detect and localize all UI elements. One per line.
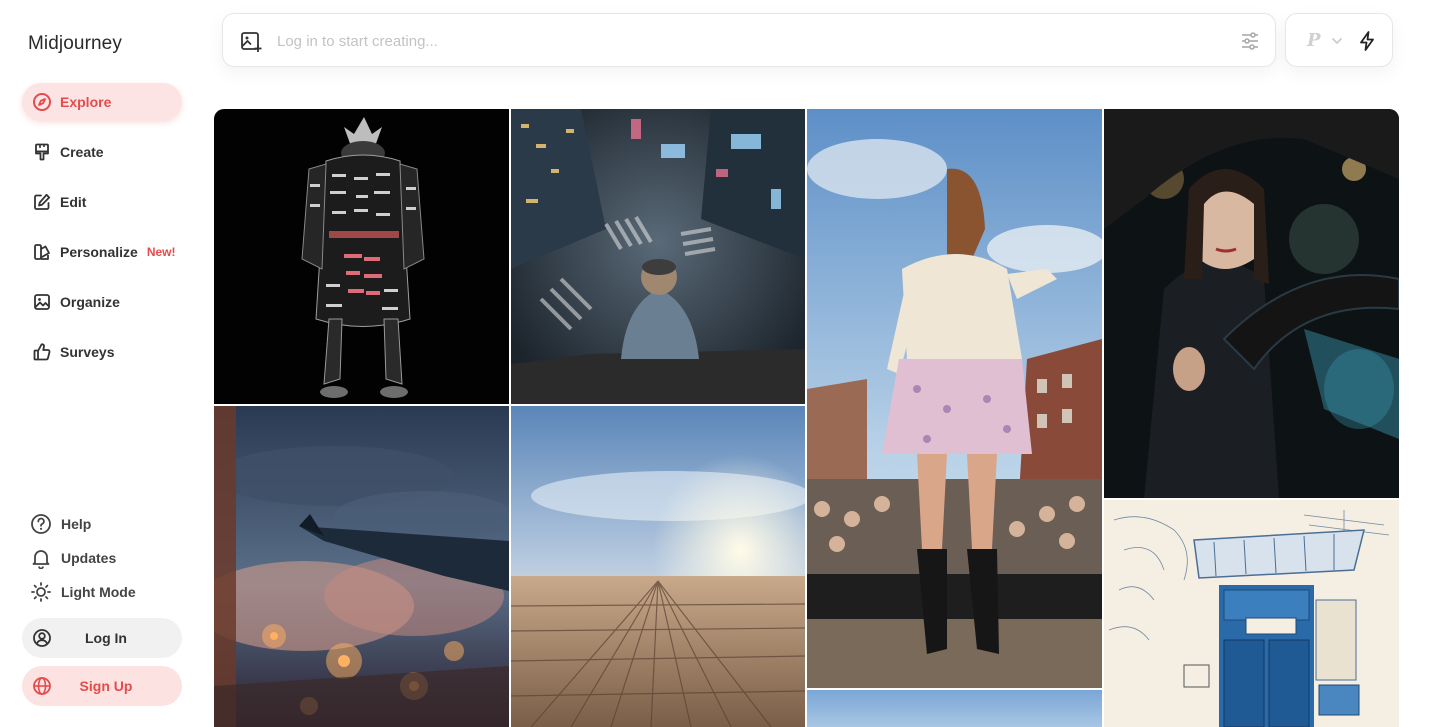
- gallery-image[interactable]: [214, 406, 509, 727]
- help-link[interactable]: Help: [30, 512, 190, 536]
- nav-item-label: Explore: [60, 94, 112, 110]
- gallery-image[interactable]: [1104, 109, 1399, 498]
- help-label: Help: [61, 516, 92, 532]
- explore-gallery: [214, 109, 1399, 727]
- settings-sliders-icon[interactable]: [1239, 30, 1261, 52]
- brand-logo[interactable]: Midjourney: [28, 33, 122, 55]
- sidebar: Midjourney Explore Create Edit Personali…: [0, 0, 200, 727]
- light-mode-toggle[interactable]: Light Mode: [30, 580, 190, 604]
- nav-item-personalize[interactable]: Personalize New!: [22, 233, 182, 271]
- mode-selector: P: [1285, 13, 1393, 67]
- prompt-bar: [222, 13, 1276, 67]
- login-button[interactable]: Log In: [22, 618, 182, 658]
- palette-icon: [32, 242, 52, 262]
- gallery-image[interactable]: [807, 690, 1102, 727]
- image-upload-icon[interactable]: [239, 30, 263, 54]
- chevron-down-icon[interactable]: [1330, 34, 1344, 48]
- bolt-icon[interactable]: [1355, 29, 1379, 53]
- pencil-square-icon: [32, 192, 52, 212]
- gallery-image[interactable]: [807, 109, 1102, 688]
- help-circle-icon: [30, 513, 52, 535]
- nav-item-label: Personalize: [60, 244, 138, 260]
- main-nav: Explore Create Edit Personalize New! Org…: [22, 83, 182, 383]
- nav-item-label: Create: [60, 144, 104, 160]
- light-mode-label: Light Mode: [61, 584, 136, 600]
- bell-icon: [30, 547, 52, 569]
- new-badge: New!: [146, 245, 176, 259]
- gallery-image[interactable]: [1104, 500, 1399, 727]
- updates-label: Updates: [61, 550, 117, 566]
- nav-item-surveys[interactable]: Surveys: [22, 333, 182, 371]
- nav-item-label: Edit: [60, 194, 87, 210]
- gallery-image[interactable]: [511, 109, 805, 404]
- nav-item-edit[interactable]: Edit: [22, 183, 182, 221]
- gallery-image[interactable]: [214, 109, 509, 404]
- updates-link[interactable]: Updates: [30, 546, 190, 570]
- nav-item-label: Organize: [60, 294, 120, 310]
- user-circle-icon: [31, 627, 53, 649]
- compass-icon: [32, 92, 52, 112]
- prompt-input[interactable]: [277, 28, 1177, 54]
- personalization-toggle[interactable]: P: [1307, 30, 1321, 51]
- gallery-image[interactable]: [511, 406, 805, 727]
- sun-icon: [30, 581, 52, 603]
- globe-icon: [31, 675, 53, 697]
- brush-icon: [32, 142, 52, 162]
- nav-item-create[interactable]: Create: [22, 133, 182, 171]
- thumbs-up-icon: [32, 342, 52, 362]
- secondary-nav: Help Updates Light Mode: [30, 512, 190, 614]
- nav-item-label: Surveys: [60, 344, 115, 360]
- image-icon: [32, 292, 52, 312]
- nav-item-organize[interactable]: Organize: [22, 283, 182, 321]
- signup-button[interactable]: Sign Up: [22, 666, 182, 706]
- nav-item-explore[interactable]: Explore: [22, 83, 182, 121]
